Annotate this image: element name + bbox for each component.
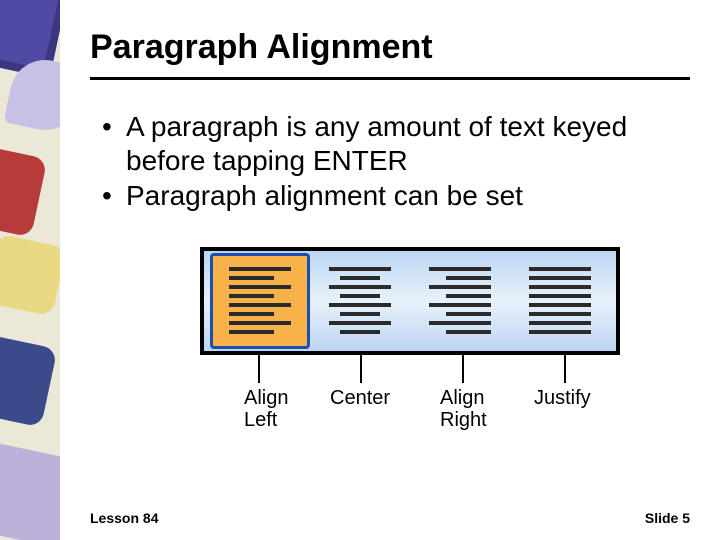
align-left-button[interactable] (210, 253, 310, 349)
callout-tick (360, 355, 362, 383)
callout-label-justify: Justify (534, 387, 591, 409)
slide-footer: Lesson 84 Slide 5 (60, 510, 720, 526)
decorative-sidebar (0, 0, 60, 540)
bullet-item: Paragraph alignment can be set (102, 179, 690, 213)
alignment-toolbar (200, 247, 620, 355)
callout-label-center: Center (330, 387, 390, 409)
callout-tick (258, 355, 260, 383)
bullet-list: A paragraph is any amount of text keyed … (102, 110, 690, 213)
slide-title: Paragraph Alignment (90, 28, 690, 73)
align-center-button[interactable] (310, 253, 410, 349)
align-right-button[interactable] (410, 253, 510, 349)
slide-number: Slide 5 (645, 510, 690, 526)
align-center-icon (329, 267, 391, 334)
justify-icon (529, 267, 591, 334)
callout-tick (462, 355, 464, 383)
slide-body: Paragraph Alignment A paragraph is any a… (60, 0, 720, 540)
justify-button[interactable] (510, 253, 610, 349)
callout-tick (564, 355, 566, 383)
lesson-number: Lesson 84 (90, 510, 158, 526)
align-left-icon (229, 267, 291, 334)
bullet-item: A paragraph is any amount of text keyed … (102, 110, 690, 177)
align-right-icon (429, 267, 491, 334)
toolbar-callouts: Align Left Center Align Right Justify (200, 355, 620, 425)
callout-label-align-left: Align Left (244, 387, 288, 431)
alignment-toolbar-diagram: Align Left Center Align Right Justify (200, 247, 620, 425)
title-underline (90, 77, 690, 80)
callout-label-align-right: Align Right (440, 387, 487, 431)
